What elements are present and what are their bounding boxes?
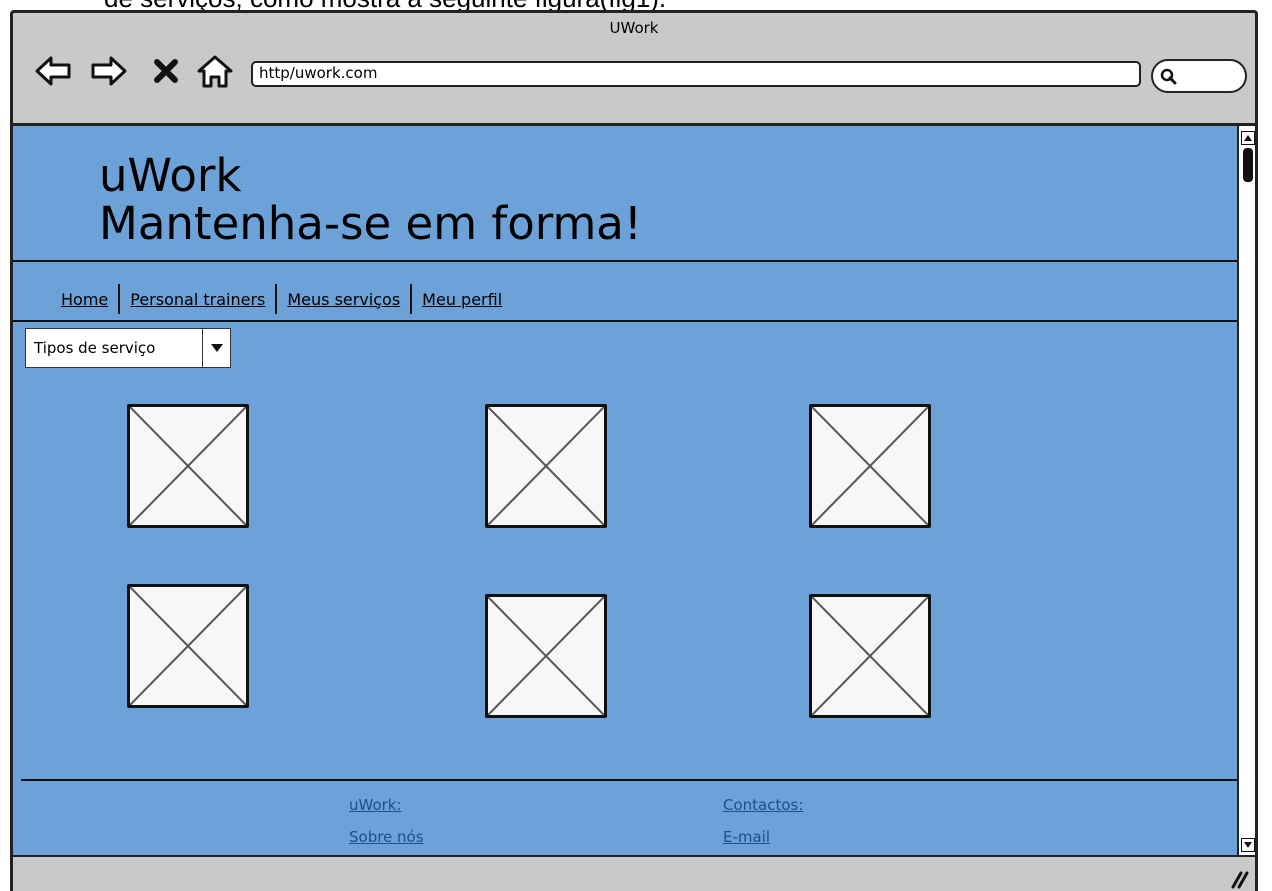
main-nav: Home Personal trainers Meus serviços Meu… xyxy=(55,283,508,315)
nav-meu-perfil[interactable]: Meu perfil xyxy=(416,290,508,309)
chevron-down-icon xyxy=(210,344,223,352)
footer-email-link[interactable]: E-mail xyxy=(723,828,770,846)
scroll-up-arrow-icon xyxy=(1241,131,1255,145)
service-type-select[interactable]: Tipos de serviço xyxy=(25,328,231,368)
image-placeholder-icon xyxy=(130,407,246,525)
forward-arrow-icon xyxy=(91,56,127,86)
back-button[interactable] xyxy=(33,53,73,89)
image-placeholder-icon xyxy=(130,587,246,705)
image-placeholder-icon xyxy=(488,407,604,525)
nav-separator xyxy=(275,284,278,314)
scroll-thumb[interactable] xyxy=(1243,148,1253,182)
footer-about-link[interactable]: Sobre nós xyxy=(349,828,424,846)
image-placeholder xyxy=(127,584,249,708)
resize-grip[interactable] xyxy=(1227,867,1249,889)
window-title: UWork xyxy=(609,19,659,37)
url-input[interactable]: http/uwork.com xyxy=(251,61,1141,87)
search-button[interactable] xyxy=(1151,59,1247,93)
scroll-down-arrow-icon xyxy=(1241,838,1255,852)
home-icon xyxy=(197,55,233,88)
site-tagline: Mantenha-se em forma! xyxy=(99,197,642,250)
stop-x-icon xyxy=(154,59,178,83)
home-button[interactable] xyxy=(195,53,235,89)
nav-personal-trainers[interactable]: Personal trainers xyxy=(124,290,271,309)
image-placeholder-icon xyxy=(488,597,604,715)
back-arrow-icon xyxy=(35,56,71,86)
image-placeholder-icon xyxy=(812,597,928,715)
vertical-scrollbar[interactable] xyxy=(1237,126,1255,855)
search-icon xyxy=(1160,68,1177,85)
scroll-up-button[interactable] xyxy=(1241,130,1255,145)
site-brand: uWork xyxy=(99,149,242,202)
footer-uwork-heading[interactable]: uWork: xyxy=(349,796,402,814)
nav-separator xyxy=(118,284,121,314)
image-placeholder xyxy=(485,404,607,528)
site-header: uWork Mantenha-se em forma! xyxy=(99,152,642,248)
page-viewport: uWork Mantenha-se em forma! Home Persona… xyxy=(13,126,1237,855)
scroll-down-button[interactable] xyxy=(1241,837,1255,852)
browser-window: UWork http/uwork.com uWork Mantenha-se e… xyxy=(10,10,1258,891)
nav-home[interactable]: Home xyxy=(55,290,114,309)
stop-button[interactable] xyxy=(151,53,181,89)
resize-grip-icon xyxy=(1231,871,1249,889)
nav-meus-servicos[interactable]: Meus serviços xyxy=(281,290,406,309)
service-type-selected: Tipos de serviço xyxy=(34,339,156,357)
image-placeholder xyxy=(809,404,931,528)
footer-contacts-heading[interactable]: Contactos: xyxy=(723,796,803,814)
image-placeholder xyxy=(485,594,607,718)
nav-separator xyxy=(410,284,413,314)
nav-divider xyxy=(13,320,1237,322)
footer-divider xyxy=(21,779,1237,781)
header-divider xyxy=(13,260,1237,262)
dropdown-toggle[interactable] xyxy=(202,329,230,367)
image-placeholder xyxy=(809,594,931,718)
forward-button[interactable] xyxy=(89,53,129,89)
status-bar xyxy=(13,855,1255,891)
image-placeholder xyxy=(127,404,249,528)
image-placeholder-icon xyxy=(812,407,928,525)
